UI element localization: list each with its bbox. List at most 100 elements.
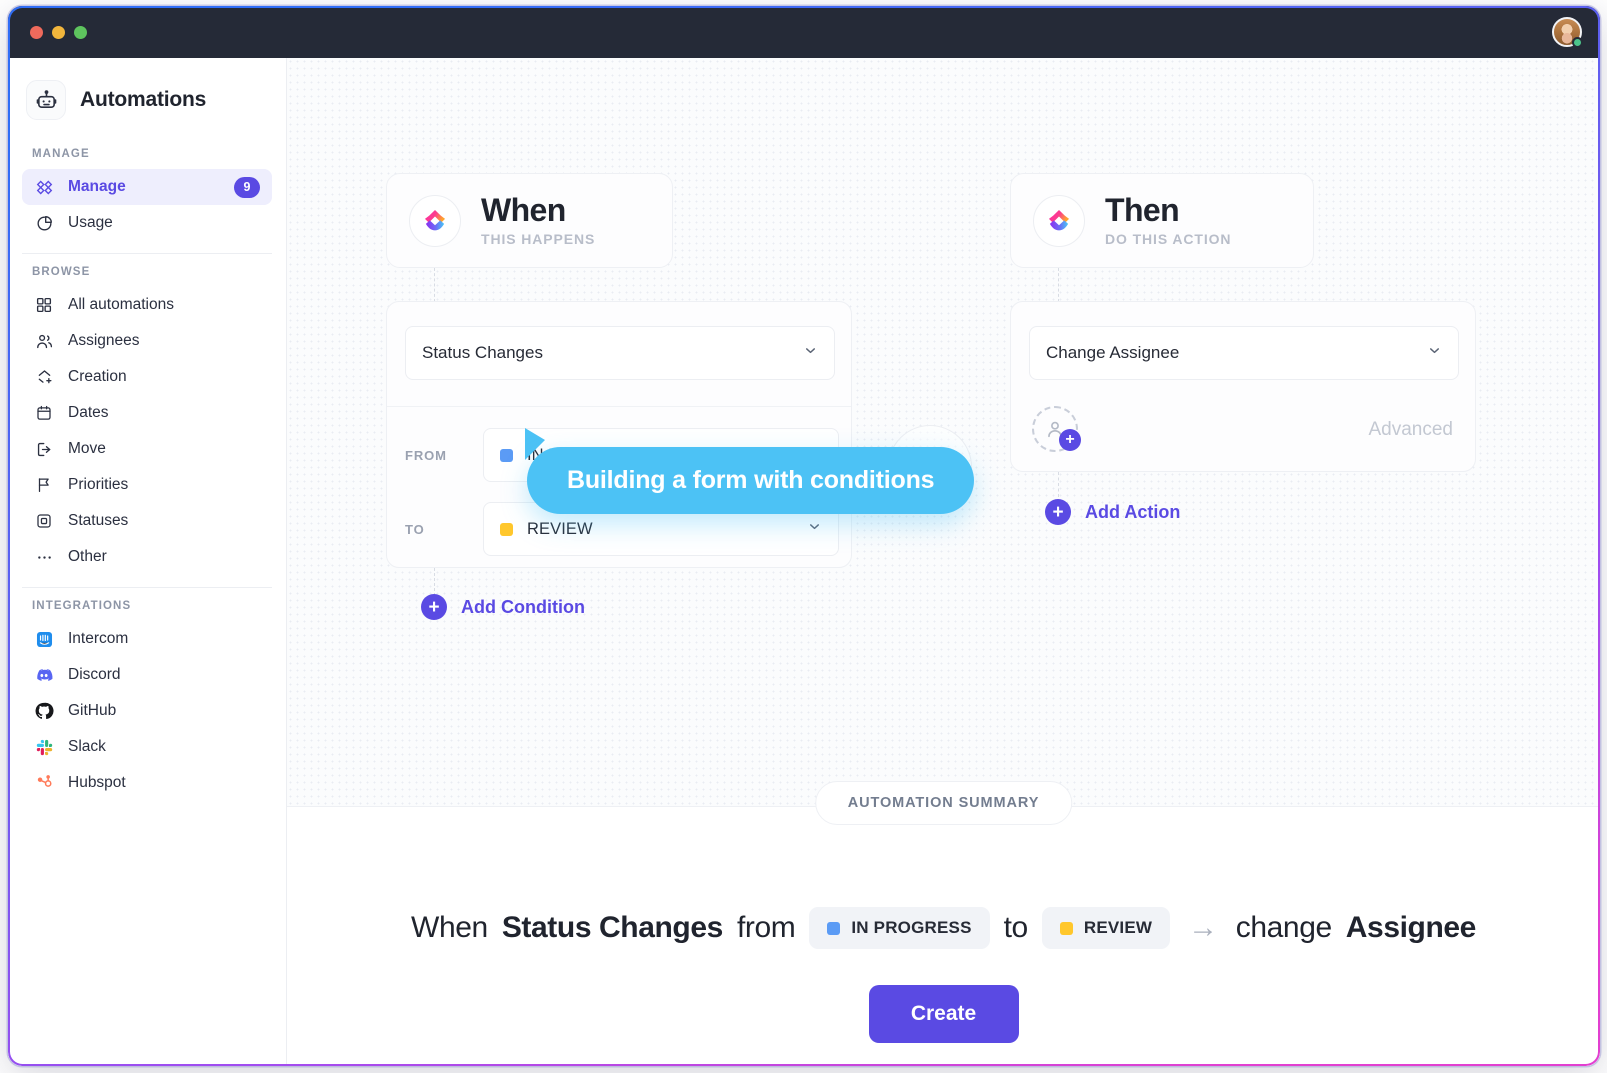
ellipsis-icon	[34, 547, 54, 567]
chevron-down-icon	[803, 343, 818, 363]
summary-pill-label: AUTOMATION SUMMARY	[814, 781, 1073, 825]
sidebar-item-priorities[interactable]: Priorities	[22, 467, 272, 503]
add-condition-button[interactable]: + Add Condition	[421, 594, 585, 620]
sidebar-section-integrations-label: INTEGRATIONS	[32, 600, 132, 612]
add-condition-connector	[434, 568, 435, 596]
sidebar-item-label: GitHub	[68, 702, 117, 719]
automation-builder: When THIS HAPPENS Status Changes FROM TO…	[287, 58, 1600, 806]
summary-action-target: Assignee	[1345, 911, 1477, 944]
flows-icon	[34, 177, 54, 197]
sidebar-item-all-automations[interactable]: All automations	[22, 287, 272, 323]
action-select[interactable]: Change Assignee	[1029, 326, 1459, 380]
status-color-swatch	[500, 448, 513, 462]
github-icon	[34, 701, 54, 721]
online-status-indicator	[1572, 37, 1583, 48]
sidebar-item-slack[interactable]: Slack	[22, 729, 272, 765]
minimize-window-button[interactable]	[52, 25, 65, 39]
sidebar-item-label: Move	[68, 440, 106, 457]
traffic-light-buttons	[30, 25, 87, 39]
intercom-icon	[34, 629, 54, 649]
sidebar-item-label: Intercom	[68, 630, 129, 647]
when-title: When	[481, 191, 566, 228]
sidebar-item-usage[interactable]: Usage	[22, 205, 272, 241]
sidebar-item-move[interactable]: Move	[22, 431, 272, 467]
sidebar-item-assignees[interactable]: Assignees	[22, 323, 272, 359]
when-subtitle: THIS HAPPENS	[481, 231, 596, 248]
add-action-button[interactable]: + Add Action	[1045, 499, 1180, 525]
hubspot-icon	[34, 773, 54, 793]
summary-to-word: to	[1003, 911, 1029, 944]
to-status-value-wrap: REVIEW	[500, 520, 807, 539]
clickup-logo-icon	[409, 194, 461, 247]
tooltip-callout: Building a form with conditions	[527, 447, 975, 514]
sidebar-item-label: All automations	[68, 296, 174, 313]
grid-icon	[34, 295, 54, 315]
when-condition-card: Status Changes FROM IN PROGRESS	[386, 301, 852, 568]
chevron-down-icon	[807, 519, 822, 539]
plus-icon: +	[1045, 499, 1071, 525]
sidebar-item-label: Statuses	[68, 512, 129, 529]
close-window-button[interactable]	[30, 25, 43, 39]
then-subtitle: DO THIS ACTION	[1105, 231, 1232, 248]
summary-from-chip: IN PROGRESS	[809, 907, 990, 949]
status-color-swatch	[827, 921, 841, 935]
sidebar: Automations MANAGE Manage 9 Usage BROWSE…	[8, 58, 287, 1066]
create-icon	[34, 367, 54, 387]
summary-to-chip: REVIEW	[1041, 907, 1171, 949]
status-color-swatch	[500, 522, 513, 536]
to-status-value: REVIEW	[527, 519, 593, 538]
sidebar-item-label: Assignees	[68, 332, 140, 349]
square-in-square-icon	[34, 511, 54, 531]
then-action-card: Change Assignee + Advanced	[1010, 301, 1476, 472]
sidebar-section-browse-label: BROWSE	[32, 266, 91, 278]
when-connector-line	[434, 268, 435, 302]
sidebar-item-manage[interactable]: Manage 9	[22, 169, 272, 205]
slack-icon	[34, 737, 54, 757]
add-condition-label: Add Condition	[461, 596, 585, 617]
action-value: Change Assignee	[1046, 343, 1180, 362]
trigger-select[interactable]: Status Changes	[405, 326, 835, 380]
add-action-connector	[1058, 472, 1059, 497]
maximize-window-button[interactable]	[74, 25, 87, 39]
clickup-logo-icon	[1033, 194, 1085, 247]
plus-icon: +	[421, 594, 447, 620]
chevron-down-icon	[1427, 343, 1442, 363]
automation-summary-section: AUTOMATION SUMMARY When Status Changes f…	[287, 781, 1600, 1066]
robot-icon	[26, 80, 66, 120]
people-icon	[34, 331, 54, 351]
page-title: Automations	[80, 88, 207, 111]
sidebar-item-other[interactable]: Other	[22, 539, 272, 575]
main-canvas: When THIS HAPPENS Status Changes FROM TO…	[287, 58, 1600, 1066]
summary-trigger: Status Changes	[501, 911, 724, 944]
sidebar-section-manage-label: MANAGE	[32, 148, 90, 160]
sidebar-item-label: Manage	[68, 178, 126, 195]
sidebar-brand: Automations	[22, 58, 272, 138]
sidebar-item-label: Usage	[68, 214, 113, 231]
sidebar-divider-2	[22, 587, 272, 588]
add-assignee-button[interactable]: +	[1032, 406, 1081, 452]
sidebar-item-intercom[interactable]: Intercom	[22, 621, 272, 657]
sidebar-item-creation[interactable]: Creation	[22, 359, 272, 395]
sidebar-item-statuses[interactable]: Statuses	[22, 503, 272, 539]
create-button[interactable]: Create	[868, 985, 1019, 1043]
then-title: Then	[1105, 191, 1180, 228]
app-window: Automations MANAGE Manage 9 Usage BROWSE…	[8, 6, 1600, 1066]
sidebar-item-label: Dates	[68, 404, 109, 421]
sidebar-item-label: Slack	[68, 738, 106, 755]
sidebar-item-label: Creation	[68, 368, 127, 385]
then-connector-line	[1058, 268, 1059, 302]
advanced-link[interactable]: Advanced	[1368, 419, 1453, 441]
window-titlebar	[8, 6, 1600, 58]
arrow-right-icon: →	[1188, 911, 1218, 944]
sidebar-item-hubspot[interactable]: Hubspot	[22, 765, 272, 801]
sidebar-item-dates[interactable]: Dates	[22, 395, 272, 431]
user-avatar[interactable]	[1552, 17, 1583, 48]
trigger-value: Status Changes	[422, 343, 543, 362]
when-header-card: When THIS HAPPENS	[386, 173, 673, 268]
sidebar-item-github[interactable]: GitHub	[22, 693, 272, 729]
summary-sentence: When Status Changes from IN PROGRESS to …	[287, 907, 1600, 949]
discord-icon	[34, 665, 54, 685]
to-label: TO	[405, 521, 425, 537]
status-color-swatch	[1059, 921, 1073, 935]
sidebar-item-discord[interactable]: Discord	[22, 657, 272, 693]
